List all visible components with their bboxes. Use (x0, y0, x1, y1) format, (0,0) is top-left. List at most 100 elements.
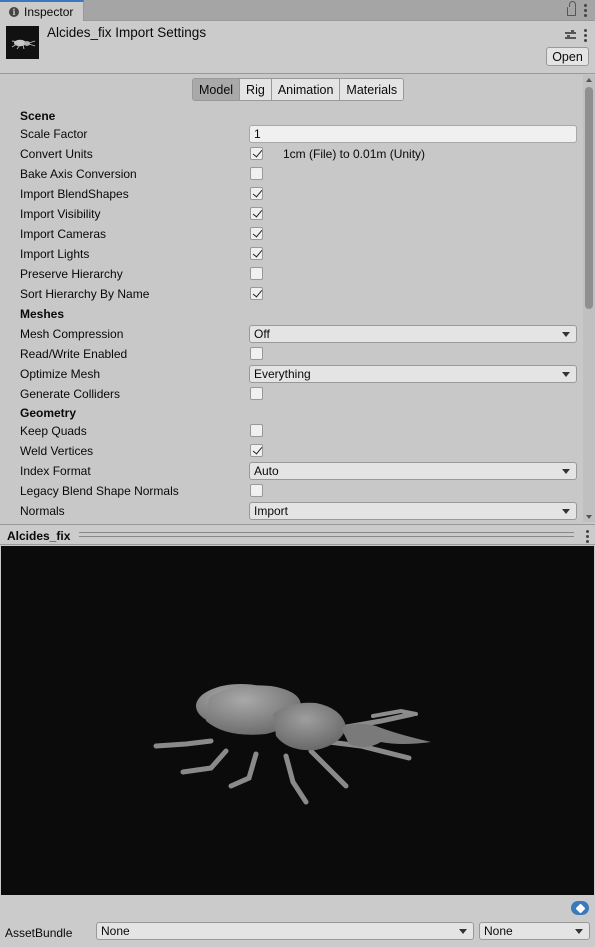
optimize-mesh-value: Everything (254, 367, 311, 381)
tab-materials[interactable]: Materials (340, 79, 404, 100)
row-weld-vertices: Weld Vertices (0, 441, 583, 461)
row-import-lights: Import Lights (0, 244, 583, 264)
import-visibility-checkbox[interactable] (250, 207, 263, 220)
row-index-format: Index Format Auto (0, 461, 583, 481)
convert-units-checkbox[interactable] (250, 147, 263, 160)
dropdown-arrow-icon (562, 332, 570, 337)
dropdown-arrow-icon (562, 509, 570, 514)
asset-title: Alcides_fix Import Settings (47, 25, 207, 40)
tabbar-controls (567, 1, 587, 17)
kebab-icon[interactable] (584, 3, 587, 17)
index-format-value: Auto (254, 464, 279, 478)
keep-quads-label: Keep Quads (20, 424, 87, 438)
import-blendshapes-checkbox[interactable] (250, 187, 263, 200)
row-optimize-mesh: Optimize Mesh Everything (0, 364, 583, 384)
section-geometry: Geometry (20, 406, 77, 420)
scale-factor-input[interactable]: 1 (249, 125, 577, 143)
beetle-model (153, 684, 431, 805)
row-bake-axis: Bake Axis Conversion (0, 164, 583, 184)
section-meshes: Meshes (20, 307, 65, 321)
asset-bundle-name-dropdown[interactable]: None (96, 922, 474, 940)
kebab-icon[interactable] (586, 529, 589, 543)
model-preview[interactable] (1, 546, 594, 895)
lock-icon[interactable] (567, 1, 576, 16)
tab-model[interactable]: Model (193, 79, 241, 100)
optimize-mesh-label: Optimize Mesh (20, 367, 101, 381)
info-icon: i (9, 6, 19, 17)
tab-animation[interactable]: Animation (271, 79, 341, 100)
import-lights-label: Import Lights (20, 247, 90, 261)
scroll-down-arrow-icon[interactable] (586, 515, 592, 519)
row-mesh-compression: Mesh Compression Off (0, 324, 583, 344)
asset-bundle-variant-wrapper: None (479, 922, 590, 940)
convert-units-note: 1cm (File) to 0.01m (Unity) (283, 147, 426, 161)
window-tabbar: i Inspector (0, 0, 595, 21)
generate-colliders-checkbox[interactable] (250, 387, 263, 400)
dropdown-arrow-icon (459, 929, 467, 934)
inspector-header: Alcides_fix Import Settings Open (0, 21, 595, 74)
dropdown-arrow-icon (575, 929, 583, 934)
dropdown-arrow-icon (562, 469, 570, 474)
resize-grip[interactable] (79, 532, 574, 537)
preview-header: Alcides_fix (0, 524, 595, 545)
asset-bundle-name-wrapper: None (96, 922, 474, 940)
sort-hierarchy-label: Sort Hierarchy By Name (20, 287, 150, 301)
row-legacy-blend: Legacy Blend Shape Normals (0, 481, 583, 501)
import-visibility-label: Import Visibility (20, 207, 101, 221)
preserve-hierarchy-label: Preserve Hierarchy (20, 267, 123, 281)
row-preserve-hierarchy: Preserve Hierarchy (0, 264, 583, 284)
row-convert-units: Convert Units 1cm (File) to 0.01m (Unity… (0, 144, 583, 164)
row-sort-hierarchy: Sort Hierarchy By Name (0, 284, 583, 304)
normals-value: Import (254, 504, 289, 518)
optimize-mesh-dropdown[interactable]: Everything (249, 365, 577, 383)
asset-bundle-variant-value: None (484, 924, 513, 938)
row-normals: Normals Import (0, 501, 583, 521)
asset-bundle-variant-dropdown[interactable]: None (479, 922, 590, 940)
preview-title: Alcides_fix (7, 529, 71, 543)
asset-bundle-label: AssetBundle (5, 926, 73, 940)
scroll-thumb[interactable] (585, 87, 593, 309)
asset-thumbnail (6, 26, 39, 59)
weld-vertices-label: Weld Vertices (20, 444, 94, 458)
open-button[interactable]: Open (546, 47, 589, 66)
normals-dropdown[interactable]: Import (249, 502, 577, 520)
legacy-blend-label: Legacy Blend Shape Normals (20, 484, 179, 498)
vertical-scrollbar[interactable] (583, 75, 595, 522)
kebab-icon[interactable] (584, 28, 587, 42)
row-import-visibility: Import Visibility (0, 204, 583, 224)
index-format-dropdown[interactable]: Auto (249, 462, 577, 480)
sort-hierarchy-checkbox[interactable] (250, 287, 263, 300)
scroll-up-arrow-icon[interactable] (586, 78, 592, 82)
row-import-cameras: Import Cameras (0, 224, 583, 244)
keep-quads-checkbox[interactable] (250, 424, 263, 437)
normals-label: Normals (20, 504, 65, 518)
import-blendshapes-label: Import BlendShapes (20, 187, 129, 201)
tab-rig[interactable]: Rig (240, 79, 272, 100)
import-cameras-checkbox[interactable] (250, 227, 263, 240)
bake-axis-checkbox[interactable] (250, 167, 263, 180)
read-write-label: Read/Write Enabled (20, 347, 128, 361)
row-generate-colliders: Generate Colliders (0, 384, 583, 404)
import-settings-panel: Model Rig Animation Materials Scene Scal… (0, 75, 583, 522)
row-keep-quads: Keep Quads (0, 421, 583, 441)
mesh-compression-label: Mesh Compression (20, 327, 124, 341)
tab-inspector[interactable]: i Inspector (0, 0, 84, 21)
sliders-icon[interactable] (565, 30, 576, 40)
section-scene: Scene (20, 109, 56, 123)
dropdown-arrow-icon (562, 372, 570, 377)
row-scale-factor: Scale Factor 1 (0, 124, 583, 144)
row-import-blendshapes: Import BlendShapes (0, 184, 583, 204)
tab-inspector-label: Inspector (24, 4, 74, 19)
bake-axis-label: Bake Axis Conversion (20, 167, 137, 181)
tag-icon[interactable] (571, 901, 589, 915)
read-write-checkbox[interactable] (250, 347, 263, 360)
import-lights-checkbox[interactable] (250, 247, 263, 260)
import-cameras-label: Import Cameras (20, 227, 107, 241)
weld-vertices-checkbox[interactable] (250, 444, 263, 457)
legacy-blend-checkbox[interactable] (250, 484, 263, 497)
preserve-hierarchy-checkbox[interactable] (250, 267, 263, 280)
import-tabs: Model Rig Animation Materials (192, 78, 405, 101)
mesh-compression-dropdown[interactable]: Off (249, 325, 577, 343)
asset-bundle-footer: AssetBundle None None (0, 895, 595, 947)
convert-units-label: Convert Units (20, 147, 93, 161)
